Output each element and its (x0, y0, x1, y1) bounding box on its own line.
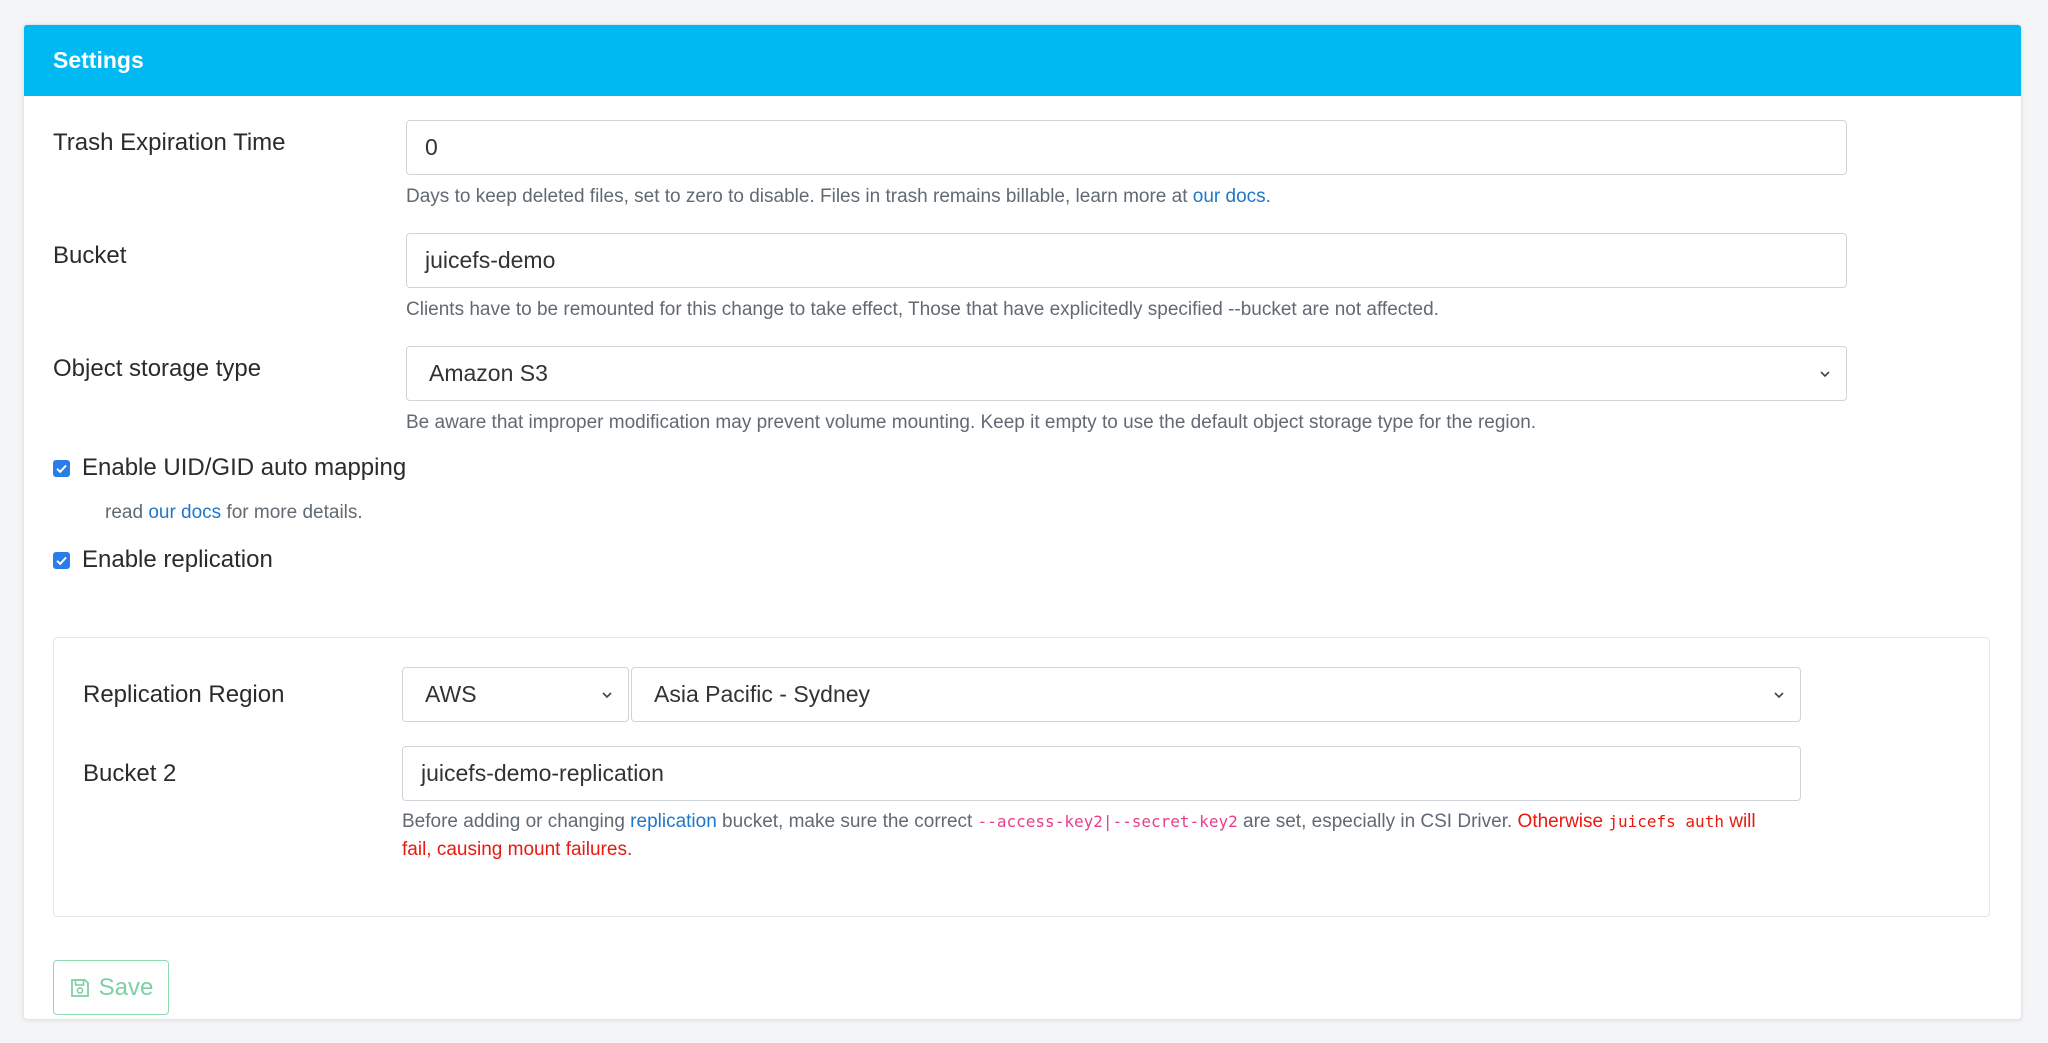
trash-docs-link[interactable]: our docs (1193, 186, 1266, 207)
save-button[interactable]: Save (53, 960, 169, 1015)
save-label: Save (98, 973, 154, 1001)
replication-settings-box: Replication Region AWS Asia Pacific - Sy… (53, 637, 1990, 917)
replication-warning-text: Otherwise (1517, 811, 1609, 832)
uid-help-suffix: for more details. (221, 502, 363, 523)
bucket2-value: juicefs-demo-replication (421, 760, 664, 786)
replication-help-text-3: are set, especially in CSI Driver. (1237, 811, 1518, 832)
bucket-help: Clients have to be remounted for this ch… (406, 299, 1439, 320)
uid-mapping-help: read our docs for more details. (105, 502, 363, 524)
save-icon (70, 978, 89, 997)
replication-docs-link[interactable]: replication (630, 811, 717, 832)
trash-help-text: Days to keep deleted files, set to zero … (406, 186, 1193, 207)
check-icon (56, 464, 67, 473)
juicefs-auth-code: juicefs auth (1608, 812, 1724, 831)
storage-type-select[interactable]: Amazon S3 (406, 346, 1847, 401)
uid-mapping-row: Enable UID/GID auto mapping (53, 454, 406, 482)
bucket2-input[interactable]: juicefs-demo-replication (402, 746, 1801, 801)
uid-mapping-checkbox[interactable] (53, 459, 70, 477)
replication-region-label: Replication Region (83, 681, 285, 708)
replication-checkbox[interactable] (53, 551, 70, 569)
replication-label[interactable]: Enable replication (82, 546, 273, 574)
storage-type-selected: Amazon S3 (429, 360, 548, 386)
chevron-down-icon (602, 691, 612, 698)
trash-expiration-help: Days to keep deleted files, set to zero … (406, 186, 1271, 208)
check-icon (56, 556, 67, 565)
storage-type-label: Object storage type (53, 355, 262, 382)
replication-region-select[interactable]: Asia Pacific - Sydney (631, 667, 1801, 722)
settings-form: Trash Expiration Time 0 Days to keep del… (53, 96, 1992, 1019)
uid-help-text: read (105, 502, 149, 523)
panel-title: Settings (24, 25, 2021, 96)
trash-help-suffix: . (1265, 186, 1271, 207)
trash-expiration-label: Trash Expiration Time (53, 129, 286, 156)
replication-provider-selected: AWS (425, 681, 477, 707)
bucket-value: juicefs-demo (425, 247, 556, 273)
bucket2-label: Bucket 2 (83, 760, 177, 787)
replication-help: Before adding or changing replication bu… (402, 808, 1782, 864)
uid-mapping-label[interactable]: Enable UID/GID auto mapping (82, 454, 406, 482)
settings-panel: Settings Trash Expiration Time 0 Days to… (23, 24, 2022, 1020)
chevron-down-icon (1774, 691, 1784, 698)
chevron-down-icon (1820, 370, 1830, 377)
bucket-input[interactable]: juicefs-demo (406, 233, 1847, 288)
replication-row: Enable replication (53, 546, 273, 574)
storage-type-help: Be aware that improper modification may … (406, 412, 1537, 433)
trash-expiration-value: 0 (425, 134, 438, 160)
bucket-label: Bucket (53, 242, 127, 269)
replication-provider-select[interactable]: AWS (402, 667, 629, 722)
replication-help-text-2: bucket, make sure the correct (716, 811, 978, 832)
replication-help-text: Before adding or changing (402, 811, 631, 832)
uid-docs-link[interactable]: our docs (148, 502, 221, 523)
trash-expiration-input[interactable]: 0 (406, 120, 1847, 175)
access-key-code: --access-key2|--secret-key2 (977, 812, 1238, 831)
replication-region-selected: Asia Pacific - Sydney (654, 681, 871, 707)
